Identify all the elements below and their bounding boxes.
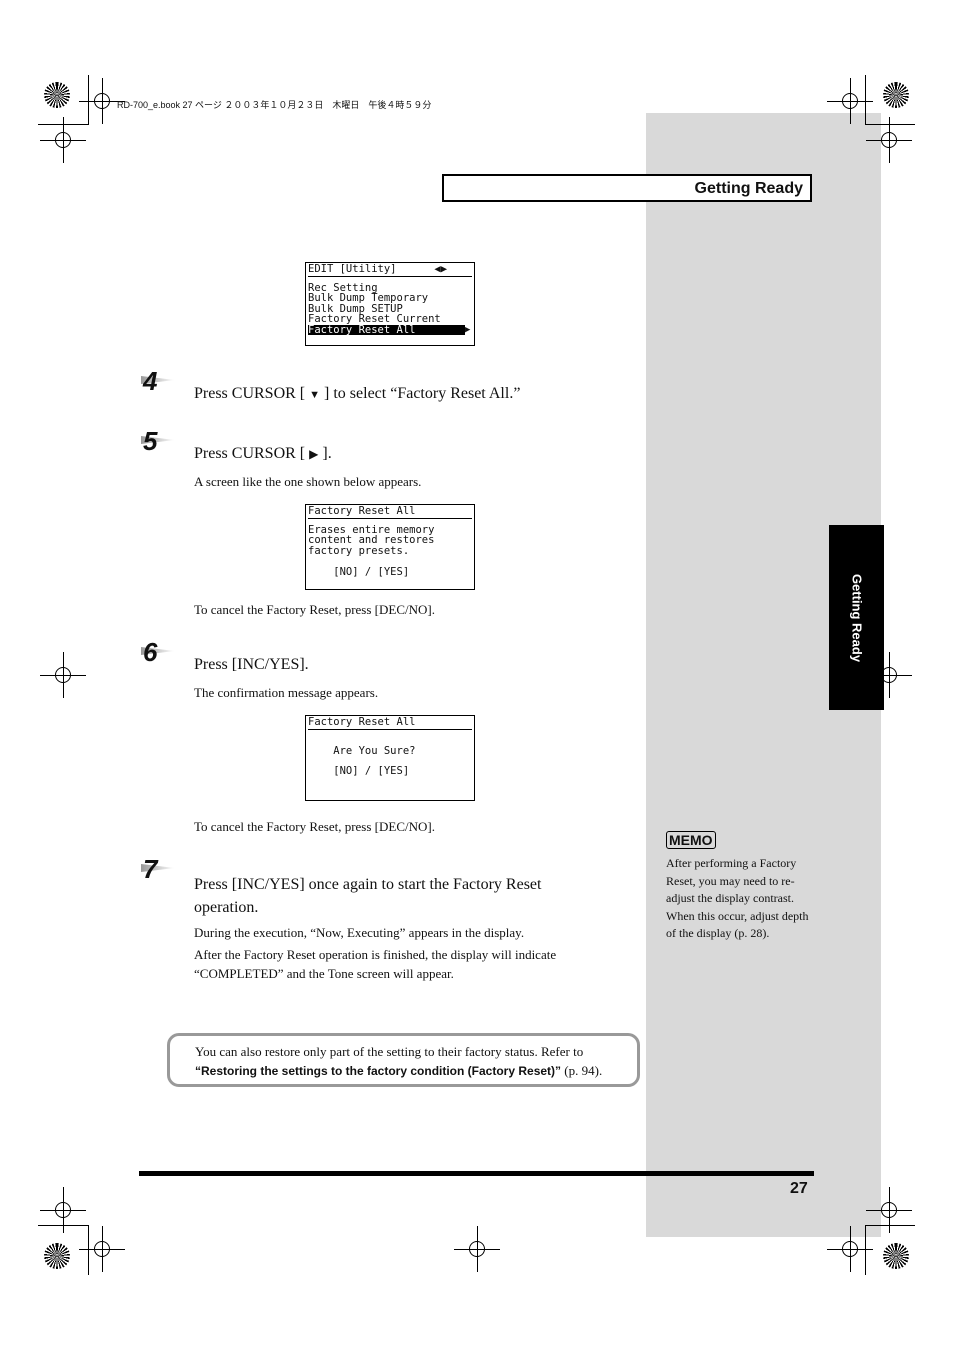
step-number: 6	[143, 637, 158, 667]
lcd-screen-factory-reset: Factory Reset All Erases entire memory c…	[305, 504, 475, 590]
step-number: 7	[143, 854, 158, 884]
crosshair-icon	[827, 1226, 873, 1272]
right-arrow-icon: ▶	[465, 324, 471, 335]
step-7-note-2: After the Factory Reset operation is fin…	[194, 947, 557, 981]
reference-link[interactable]: “Restoring the settings to the factory c…	[195, 1064, 561, 1078]
reference-note: You can also restore only part of the se…	[167, 1033, 640, 1087]
side-tab: Getting Ready	[829, 525, 884, 710]
registration-target-icon	[44, 82, 70, 108]
registration-target-icon	[883, 1243, 909, 1269]
crosshair-icon	[866, 117, 912, 163]
step-7-note-1: During the execution, “Now, Executing” a…	[194, 925, 525, 940]
book-info: RD-700_e.book 27 ページ ２００３年１０月２３日 木曜日 午後４…	[117, 100, 432, 110]
crosshair-icon	[40, 652, 86, 698]
manual-page: RD-700_e.book 27 ページ ２００３年１０月２３日 木曜日 午後４…	[0, 0, 954, 1351]
lcd-line: [NO] / [YES]	[308, 565, 410, 578]
registration-target-icon	[883, 82, 909, 108]
lcd-line: EDIT [Utility] ◀▶	[308, 263, 448, 275]
page-number: 27	[790, 1180, 808, 1197]
right-arrow-icon: ▶	[309, 447, 319, 461]
down-arrow-icon: ▼	[309, 389, 321, 401]
step-6-note: The confirmation message appears.	[194, 685, 379, 700]
memo-text: After performing a Factory Reset, you ma…	[666, 856, 809, 940]
crosshair-icon	[827, 78, 873, 124]
lcd-line: Factory Reset All	[308, 716, 416, 728]
lcd-screen-utility: EDIT [Utility] ◀▶ Rec Setting Bulk Dump …	[305, 262, 475, 346]
section-header: Getting Ready	[442, 174, 812, 202]
step-6-text: Press [INC/YES].	[194, 656, 309, 673]
lcd-line: factory presets.	[308, 544, 410, 557]
footer-rule	[139, 1171, 814, 1176]
lcd-line: [NO] / [YES]	[308, 765, 410, 777]
memo-icon: MEMO	[666, 831, 716, 850]
crosshair-icon	[79, 1226, 125, 1272]
crosshair-icon	[40, 117, 86, 163]
lcd-line: Bulk Dump Temporary	[308, 292, 429, 304]
cancel-note: To cancel the Factory Reset, press [DEC/…	[194, 602, 435, 617]
section-title: Getting Ready	[694, 180, 803, 197]
step-number: 4	[143, 366, 158, 396]
step-5-text: Press CURSOR [ ▶ ].	[194, 445, 332, 462]
lcd-line: Are You Sure?	[308, 744, 416, 757]
lcd-line: content and restores	[308, 534, 435, 546]
lcd-line: Factory Reset Current	[308, 313, 441, 325]
cancel-note: To cancel the Factory Reset, press [DEC/…	[194, 819, 435, 834]
step-4-text: Press CURSOR [ ▼ ] to select “Factory Re…	[194, 385, 521, 402]
side-tab-label: Getting Ready	[849, 573, 864, 662]
lcd-line-selected: Factory Reset All	[308, 324, 465, 335]
crosshair-icon	[79, 78, 125, 124]
step-number: 5	[143, 426, 158, 456]
lcd-line: Factory Reset All	[308, 505, 416, 517]
crosshair-icon	[40, 1187, 86, 1233]
registration-target-icon	[44, 1243, 70, 1269]
step-5-note: A screen like the one shown below appear…	[194, 474, 422, 489]
crosshair-icon	[454, 1226, 500, 1272]
step-7-text: Press [INC/YES] once again to start the …	[194, 876, 542, 916]
crosshair-icon	[866, 1187, 912, 1233]
lcd-line	[308, 556, 472, 567]
lcd-screen-confirm: Factory Reset All Are You Sure? [NO] / […	[305, 715, 475, 801]
